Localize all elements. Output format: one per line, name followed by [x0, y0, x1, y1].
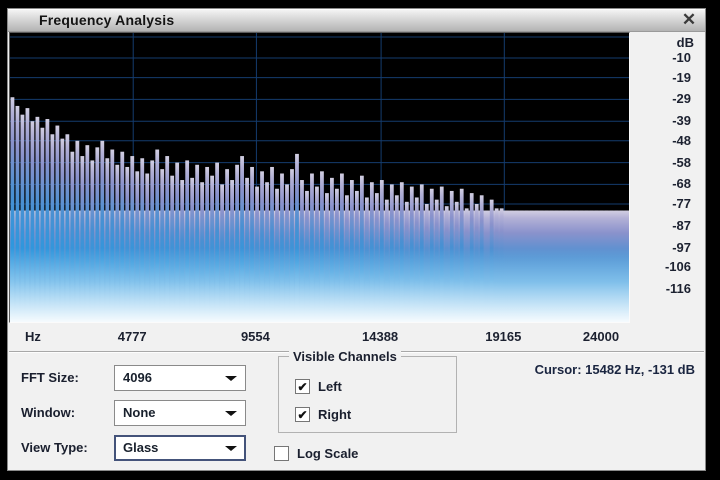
close-icon[interactable]: ✕ [676, 9, 702, 31]
view-type-label: View Type: [21, 440, 88, 455]
dropdown-arrow-icon [225, 446, 237, 451]
window-title: Frequency Analysis [39, 12, 175, 28]
db-axis: dB -10 -19 -29 -39 -48 -58 -68 -77 -87 -97 -106 -116 [631, 33, 705, 325]
db-tick-label: -48 [672, 132, 691, 148]
db-tick-label: -58 [672, 154, 691, 170]
checkmark-icon: ✔ [297, 408, 308, 422]
fft-size-label: FFT Size: [21, 370, 79, 385]
db-tick-label: -106 [664, 259, 691, 275]
hz-tick-label: 14388 [362, 329, 399, 344]
dropdown-arrow-icon [225, 411, 237, 416]
title-bar[interactable]: Frequency Analysis ✕ [8, 9, 705, 32]
hz-tick-label: 24000 [582, 329, 620, 344]
visible-channels-legend: Visible Channels [289, 349, 401, 364]
view-type-combobox[interactable]: Glass [114, 435, 246, 461]
db-tick-label: -68 [672, 176, 691, 192]
db-axis-unit: dB [676, 35, 694, 50]
window-fn-combobox[interactable]: None [114, 400, 246, 426]
window-fn-label: Window: [21, 405, 76, 420]
left-channel-label: Left [318, 379, 342, 394]
view-type-value: Glass [123, 440, 159, 455]
db-tick-label: -97 [672, 239, 691, 255]
db-tick-label: -77 [672, 196, 691, 211]
fft-size-combobox[interactable]: 4096 [114, 365, 246, 391]
window-fn-value: None [123, 405, 156, 420]
hz-tick-label: 19165 [485, 329, 522, 344]
hz-axis-unit: Hz [25, 329, 41, 344]
log-scale-checkbox[interactable]: ✔ [274, 446, 289, 461]
fft-size-value: 4096 [123, 370, 152, 385]
hz-axis: Hz 4777 9554 14388 19165 24000 [9, 325, 630, 350]
db-tick-label: -39 [672, 113, 691, 129]
db-tick-label: -87 [672, 217, 691, 233]
db-tick-label: -19 [672, 69, 691, 85]
right-channel-checkbox[interactable]: ✔ [295, 407, 310, 422]
right-channel-label: Right [318, 407, 352, 422]
dropdown-arrow-icon [225, 376, 237, 381]
db-tick-label: -29 [672, 91, 691, 107]
db-tick-label: -116 [665, 281, 691, 296]
left-channel-checkbox[interactable]: ✔ [295, 379, 310, 394]
spectrum-chart[interactable] [9, 32, 630, 323]
log-scale-label: Log Scale [297, 446, 359, 461]
hz-tick-label: 9554 [240, 329, 270, 344]
checkmark-icon: ✔ [297, 380, 308, 394]
cursor-readout: Cursor: 15482 Hz, -131 dB [534, 362, 695, 377]
hz-tick-label: 4777 [117, 329, 147, 344]
db-tick-label: -10 [672, 50, 691, 65]
frequency-analysis-dialog: Frequency Analysis ✕ dB -10 -19 -29 -39 -48 -5… [7, 8, 706, 471]
